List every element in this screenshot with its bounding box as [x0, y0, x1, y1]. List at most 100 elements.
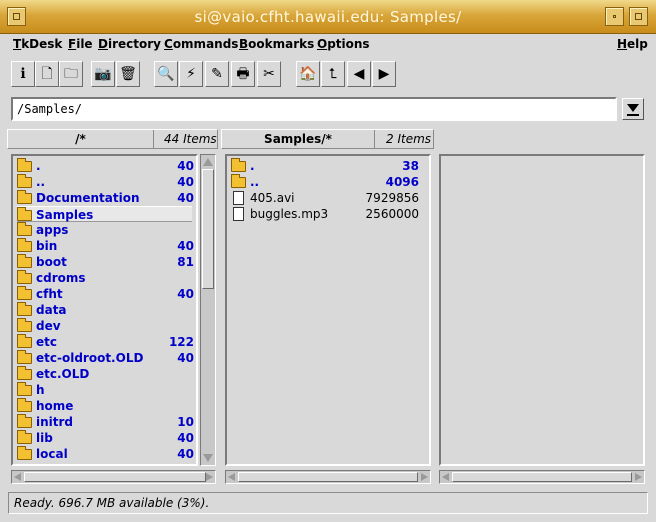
item-size: 40: [177, 159, 194, 173]
item-name: h: [36, 383, 45, 397]
item-name: ..: [250, 175, 260, 189]
list-item[interactable]: cdroms: [17, 270, 192, 286]
forward-arrow-button[interactable]: ▶: [372, 61, 396, 87]
cut-button[interactable]: ✂: [257, 61, 281, 87]
item-size: 7929856: [365, 191, 419, 205]
left-vertical-scrollbar[interactable]: [200, 154, 216, 466]
home-button[interactable]: 🏠: [296, 61, 320, 87]
folder-icon: [17, 446, 32, 460]
left-hscroll-thumb[interactable]: [24, 472, 206, 482]
middle-file-list[interactable]: . 38.. 4096 405.avi 7929856 buggles.mp3 256000…: [225, 154, 431, 466]
right-horizontal-scrollbar[interactable]: [439, 470, 645, 484]
folder-icon: [17, 270, 32, 284]
back-arrow-button[interactable]: ◀: [347, 61, 371, 87]
item-name: 405.avi: [250, 191, 295, 205]
maximize-button[interactable]: [629, 7, 648, 26]
new-file-icon: 🗋: [41, 66, 53, 82]
list-item[interactable]: bin 40: [17, 238, 194, 254]
camera-icon: 📷: [94, 66, 112, 82]
menu-commands[interactable]: Commands: [164, 37, 238, 51]
home-icon: 🏠: [299, 66, 317, 82]
list-item[interactable]: apps: [17, 222, 192, 238]
item-size: 4096: [385, 175, 419, 189]
left-horizontal-scrollbar[interactable]: [11, 470, 216, 484]
list-item[interactable]: buggles.mp3 2560000: [231, 206, 425, 222]
list-item[interactable]: data: [17, 302, 192, 318]
menu-help[interactable]: Help: [617, 37, 648, 51]
list-item[interactable]: etc 122: [17, 334, 194, 350]
menu-options[interactable]: Options: [317, 37, 370, 51]
scroll-left-icon[interactable]: [14, 473, 21, 481]
new-file-button[interactable]: 🗋: [35, 61, 59, 87]
list-item[interactable]: boot 81: [17, 254, 194, 270]
new-folder-button[interactable]: 🗀: [59, 61, 83, 87]
list-item[interactable]: etc-oldroot.OLD 40: [17, 350, 194, 366]
path-input[interactable]: /Samples/: [11, 97, 617, 121]
list-item[interactable]: Samples: [17, 206, 192, 222]
item-name: data: [36, 303, 67, 317]
left-scroll-thumb[interactable]: [202, 169, 214, 289]
left-file-list[interactable]: . 40.. 40 Documentation 40 Samples apps bin 40 bo…: [11, 154, 198, 466]
menu-directory[interactable]: Directory: [98, 37, 161, 51]
search-button[interactable]: 🔍: [154, 61, 178, 87]
item-name: buggles.mp3: [250, 207, 329, 221]
list-item[interactable]: initrd 10: [17, 414, 194, 430]
list-item[interactable]: cfht 40: [17, 286, 194, 302]
middle-panel-header[interactable]: Samples/* 2 Items: [221, 129, 434, 149]
scroll-right-icon[interactable]: [421, 473, 428, 481]
item-size: 40: [177, 239, 194, 253]
item-size: 40: [177, 191, 194, 205]
path-history-button[interactable]: [622, 98, 644, 120]
menu-bookmarks[interactable]: Bookmarks: [239, 37, 314, 51]
middle-hscroll-thumb[interactable]: [238, 472, 418, 482]
list-item[interactable]: .. 40: [17, 174, 194, 190]
window-titlebar[interactable]: si@vaio.cfht.hawaii.edu: Samples/: [0, 0, 656, 34]
right-file-list[interactable]: [439, 154, 645, 466]
item-size: 81: [177, 255, 194, 269]
middle-horizontal-scrollbar[interactable]: [225, 470, 431, 484]
list-item[interactable]: local 40: [17, 446, 194, 462]
list-item[interactable]: h: [17, 382, 192, 398]
list-item[interactable]: . 40: [17, 158, 194, 174]
list-item[interactable]: etc.OLD: [17, 366, 192, 382]
folder-icon: [17, 207, 32, 221]
menu-file[interactable]: File: [68, 37, 93, 51]
cut-icon: ✂: [263, 66, 275, 82]
menu-tkdesk[interactable]: TkDesk: [13, 37, 62, 51]
left-panel-header[interactable]: /* 44 Items: [7, 129, 218, 149]
item-name: cfht: [36, 287, 63, 301]
scroll-right-icon[interactable]: [206, 473, 213, 481]
list-item[interactable]: home: [17, 398, 192, 414]
right-hscroll-thumb[interactable]: [452, 472, 632, 482]
print-button[interactable]: 🖶: [231, 61, 255, 87]
trash-button[interactable]: 🗑: [116, 61, 140, 87]
pencil-button[interactable]: ✎: [205, 61, 229, 87]
minimize-button[interactable]: [605, 7, 624, 26]
folder-icon: [17, 350, 32, 364]
list-item[interactable]: . 38: [231, 158, 425, 174]
lightning-button[interactable]: ⚡: [179, 61, 203, 87]
file-icon: [233, 191, 244, 205]
info-button[interactable]: ℹ: [11, 61, 35, 87]
item-name: bin: [36, 239, 58, 253]
list-item[interactable]: lib 40: [17, 430, 194, 446]
item-name: lib: [36, 431, 53, 445]
scroll-left-icon[interactable]: [228, 473, 235, 481]
scroll-right-icon[interactable]: [635, 473, 642, 481]
scroll-up-icon[interactable]: [203, 158, 213, 166]
list-item[interactable]: .. 4096: [231, 174, 425, 190]
item-name: ..: [36, 175, 46, 189]
file-icon: [233, 207, 244, 221]
camera-button[interactable]: 📷: [91, 61, 115, 87]
list-item[interactable]: dev: [17, 318, 192, 334]
scroll-left-icon[interactable]: [442, 473, 449, 481]
folder-icon: [17, 158, 32, 172]
parent-folder-button[interactable]: ⮤: [321, 61, 345, 87]
scroll-down-icon[interactable]: [203, 454, 213, 462]
item-name: .: [250, 159, 255, 173]
folder-icon: [231, 158, 246, 172]
item-name: boot: [36, 255, 67, 269]
list-item[interactable]: 405.avi 7929856: [231, 190, 425, 206]
list-item[interactable]: Documentation 40: [17, 190, 194, 206]
folder-icon: [17, 286, 32, 300]
